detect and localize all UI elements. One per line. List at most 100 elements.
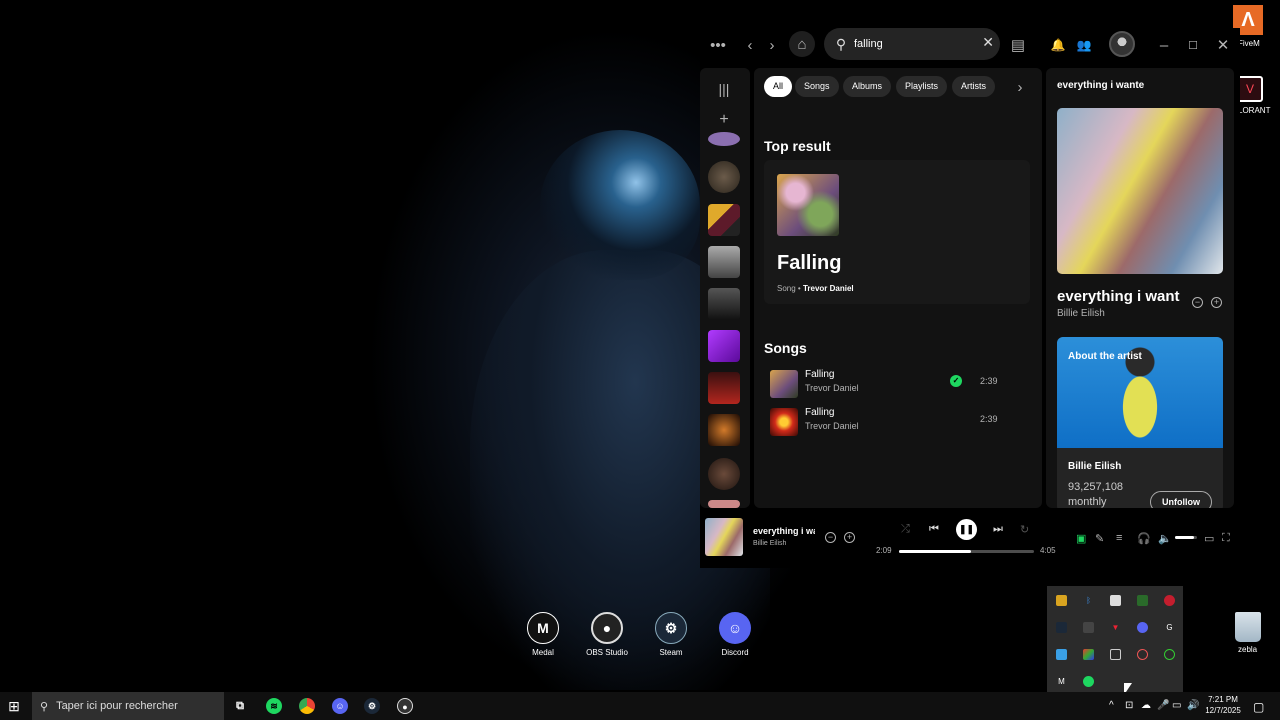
desktop-icon-discord[interactable]: ☺ Discord xyxy=(705,612,765,657)
add-to-playlist-icon[interactable]: + xyxy=(1211,297,1222,308)
tray-app-icon[interactable]: G xyxy=(1164,622,1175,633)
search-input[interactable] xyxy=(854,38,964,50)
previous-track-icon[interactable]: ⏮ xyxy=(929,523,939,536)
desktop-icon-medal[interactable]: M Medal xyxy=(513,612,573,657)
notifications-bell-icon[interactable]: 🔔 xyxy=(1046,33,1070,57)
windows-start-icon[interactable]: ⊞ xyxy=(6,698,22,714)
bluetooth-icon[interactable]: ᛒ xyxy=(1083,595,1094,606)
more-options-icon[interactable]: ••• xyxy=(706,33,730,57)
top-result-card[interactable]: Falling Song • Trevor Daniel xyxy=(764,160,1030,304)
pause-button[interactable]: ❚❚ xyxy=(956,519,977,540)
library-item[interactable] xyxy=(708,132,740,146)
song-row[interactable]: Falling Trevor Daniel ✓ 2:39 xyxy=(764,365,1030,399)
tray-app-icon[interactable] xyxy=(1083,649,1094,660)
library-item[interactable] xyxy=(708,204,740,236)
connect-device-icon[interactable]: 🎧 xyxy=(1137,532,1151,545)
tray-icon[interactable]: ⊡ xyxy=(1125,700,1133,711)
filter-chip-albums[interactable]: Albums xyxy=(843,76,892,97)
tray-app-icon[interactable]: ▼ xyxy=(1110,622,1121,633)
library-item[interactable] xyxy=(708,246,740,278)
tray-app-icon[interactable] xyxy=(1110,595,1121,606)
volume-icon[interactable]: 🔈 xyxy=(1158,532,1172,545)
progress-bar[interactable] xyxy=(899,550,1034,553)
saved-check-icon[interactable]: ✓ xyxy=(950,375,962,387)
chrome-taskbar-icon[interactable] xyxy=(299,698,315,714)
valorant-icon[interactable]: V xyxy=(1237,76,1263,102)
network-icon[interactable]: ▭ xyxy=(1172,700,1181,711)
close-icon[interactable]: ✕ xyxy=(1211,33,1235,57)
tray-app-icon[interactable] xyxy=(1164,595,1175,606)
desktop-icon-obs[interactable]: ● OBS Studio xyxy=(577,612,637,657)
library-item[interactable] xyxy=(708,330,740,362)
song-artist[interactable]: Trevor Daniel xyxy=(805,421,859,431)
maximize-icon[interactable]: ☐ xyxy=(1181,33,1205,57)
now-playing-view-icon[interactable]: ▣ xyxy=(1076,532,1086,545)
desktop-icon-steam[interactable]: ⚙ Steam xyxy=(641,612,701,657)
show-hidden-icons-chevron-icon[interactable]: ^ xyxy=(1109,700,1114,711)
now-playing-cover[interactable] xyxy=(705,518,743,556)
steam-tray-icon[interactable] xyxy=(1056,622,1067,633)
search-box[interactable]: ⚲ ✕ xyxy=(824,28,1000,60)
tray-app-icon[interactable] xyxy=(1056,649,1067,660)
back-arrow-icon[interactable]: ‹ xyxy=(738,33,762,57)
minimize-icon[interactable]: – xyxy=(1152,33,1176,57)
library-item[interactable] xyxy=(708,414,740,446)
library-item[interactable] xyxy=(708,372,740,404)
filter-chip-songs[interactable]: Songs xyxy=(795,76,839,97)
remove-from-library-icon[interactable]: − xyxy=(1192,297,1203,308)
microphone-icon[interactable]: 🎤 xyxy=(1157,700,1169,711)
onedrive-icon[interactable]: ☁ xyxy=(1141,700,1151,711)
volume-slider[interactable] xyxy=(1175,536,1197,539)
create-plus-icon[interactable]: + xyxy=(712,108,736,132)
nvidia-icon[interactable] xyxy=(1137,595,1148,606)
recycle-bin-icon[interactable] xyxy=(1235,612,1261,642)
spotify-tray-icon[interactable] xyxy=(1083,676,1094,687)
queue-icon[interactable]: ≡ xyxy=(1116,532,1122,544)
steam-taskbar-icon[interactable]: ⚙ xyxy=(364,698,380,714)
top-result-artist[interactable]: Trevor Daniel xyxy=(803,284,854,293)
filter-chip-artists[interactable]: Artists xyxy=(952,76,996,97)
npv-artist[interactable]: Billie Eilish xyxy=(1057,308,1105,319)
shuffle-icon[interactable]: ⤮ xyxy=(901,523,910,536)
discord-tray-icon[interactable] xyxy=(1137,622,1148,633)
library-icon[interactable]: ||| xyxy=(712,77,736,101)
chevron-right-icon[interactable]: › xyxy=(1008,75,1032,99)
library-item[interactable] xyxy=(708,458,740,490)
taskbar-search[interactable]: ⚲ Taper ici pour rechercher xyxy=(32,692,224,720)
library-item[interactable] xyxy=(708,500,740,508)
song-artist[interactable]: Trevor Daniel xyxy=(805,383,859,393)
tray-app-icon[interactable] xyxy=(1164,649,1175,660)
system-clock[interactable]: 7:21 PM 12/7/2025 xyxy=(1203,694,1243,716)
about-artist-card[interactable]: About the artist Billie Eilish 93,257,10… xyxy=(1057,337,1223,508)
library-item[interactable] xyxy=(708,161,740,193)
speaker-icon[interactable]: 🔊 xyxy=(1187,700,1199,711)
friend-activity-icon[interactable]: 👥 xyxy=(1072,33,1096,57)
filter-chip-all[interactable]: All xyxy=(764,76,793,97)
discord-taskbar-icon[interactable]: ☺ xyxy=(332,698,348,714)
repeat-icon[interactable]: ↻ xyxy=(1020,523,1029,536)
now-playing-title[interactable]: everything i wa xyxy=(753,526,815,536)
notification-center-icon[interactable]: ▢ xyxy=(1253,700,1264,714)
filter-chip-playlists[interactable]: Playlists xyxy=(896,76,948,97)
library-item[interactable] xyxy=(708,288,740,320)
tray-app-icon[interactable] xyxy=(1083,622,1094,633)
home-icon[interactable]: ⌂ xyxy=(789,31,815,57)
avatar[interactable] xyxy=(1109,31,1135,57)
tray-app-icon[interactable] xyxy=(1056,595,1067,606)
unfollow-button[interactable]: Unfollow xyxy=(1150,491,1212,508)
add-icon[interactable]: + xyxy=(844,532,855,543)
forward-arrow-icon[interactable]: › xyxy=(760,33,784,57)
miniplayer-icon[interactable]: ▭ xyxy=(1204,532,1214,545)
now-playing-artist[interactable]: Billie Eilish xyxy=(753,540,786,547)
remove-icon[interactable]: − xyxy=(825,532,836,543)
task-view-icon[interactable]: ⧉ xyxy=(232,698,248,714)
spotify-taskbar-icon[interactable]: ≋ xyxy=(266,698,282,714)
fullscreen-icon[interactable]: ⛶ xyxy=(1222,532,1230,545)
medal-tray-icon[interactable]: M xyxy=(1056,676,1067,687)
next-track-icon[interactable]: ⏭ xyxy=(993,523,1003,536)
clear-search-icon[interactable]: ✕ xyxy=(982,34,994,51)
song-row[interactable]: Falling Trevor Daniel 2:39 xyxy=(764,403,1030,437)
obs-taskbar-icon[interactable]: ● xyxy=(397,698,413,714)
lyrics-icon[interactable]: ✎ xyxy=(1095,532,1104,545)
tray-app-icon[interactable] xyxy=(1137,649,1148,660)
